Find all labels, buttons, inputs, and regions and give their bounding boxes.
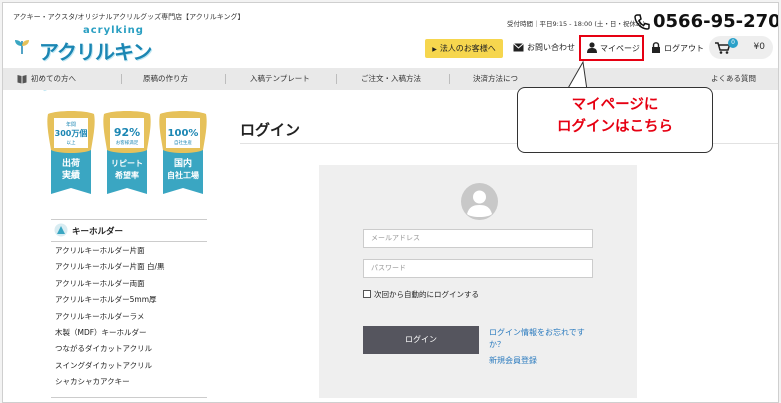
contact-link[interactable]: お問い合わせ [513, 42, 575, 53]
badge-bottom-line2: 実績 [62, 169, 80, 181]
badge-bottom-line1: 国内 [174, 157, 192, 169]
nav-item-payment[interactable]: 決済方法につ [473, 68, 518, 90]
callout-text: マイページに ログインはこちら [518, 94, 712, 138]
cart-button[interactable]: 0 ¥0 [709, 36, 773, 59]
lock-icon [652, 42, 660, 53]
triangle-right-icon: ▶ [432, 46, 437, 53]
badge-top-note: 以上 [67, 139, 76, 146]
badge-bottom-line2: 自社工場 [167, 170, 199, 180]
logout-link-label: ログアウト [664, 44, 704, 53]
badge-top-value: 100% [168, 128, 199, 139]
sidebar-divider [51, 397, 207, 402]
remember-me-checkbox[interactable] [363, 290, 371, 298]
remember-me-option[interactable]: 次回から自動的にログインする [363, 289, 479, 300]
sidebar-item[interactable]: 木製（MDF）キーホルダー [55, 327, 147, 338]
badge-top-note: 自社生産 [174, 139, 192, 146]
phone-number[interactable]: 0566-95-2704 [653, 11, 778, 32]
register-link[interactable]: 新規会員登録 [489, 355, 537, 366]
sidebar-item[interactable]: アクリルキーホルダー片面 白/黒 [55, 261, 165, 272]
badge-repeat-rate: 92% お客様満足 リピート 希望率 [103, 111, 151, 194]
phone-number-text: 0566-95-2704 [653, 11, 778, 32]
remember-me-label: 次回から自動的にログインする [374, 290, 479, 299]
achievement-badges: 年間 300万個 以上 出荷 実績 92% お客様満足 リピート 希望率 100… [47, 110, 207, 204]
user-avatar-icon [461, 183, 498, 220]
cart-total: ¥0 [753, 42, 765, 52]
business-hours: 受付時間｜平日9:15 - 18:00 (土・日・祝休み) [507, 20, 645, 28]
keyholder-icon [54, 223, 68, 237]
mail-icon [513, 43, 524, 52]
callout-pointer [566, 60, 588, 90]
password-field[interactable]: パスワード [363, 259, 593, 278]
sidebar-item[interactable]: アクリルキーホルダー片面 [55, 245, 145, 256]
sidebar-item[interactable]: アクリルキーホルダー両面 [55, 278, 145, 289]
leaf-icon [15, 40, 29, 54]
mypage-callout: マイページに ログインはこちら [517, 87, 713, 153]
nav-divider [225, 74, 226, 84]
nav-item-templates[interactable]: 入稿テンプレート [250, 68, 310, 90]
phone-icon [634, 14, 650, 30]
nav-item-order-method[interactable]: ご注文・入稿方法 [361, 68, 421, 90]
badge-bottom-line1: リピート [111, 158, 143, 168]
nav-divider [449, 74, 450, 84]
nav-divider [336, 74, 337, 84]
sidebar-item[interactable]: アクリルキーホルダー5mm厚 [55, 294, 157, 305]
login-form: メールアドレス パスワード 次回から自動的にログインする ログイン ログイン情報… [319, 165, 637, 398]
forgot-password-link[interactable]: ログイン情報をお忘れですか？ [489, 327, 597, 351]
badge-shipping-record: 年間 300万個 以上 出荷 実績 [47, 111, 95, 194]
logout-link[interactable]: ログアウト [651, 42, 704, 54]
nav-item-artwork-guide[interactable]: 原稿の作り方 [143, 68, 188, 90]
site-tagline: アクキー・アクスタ/オリジナルアクリルグッズ専門店【アクリルキング】 [13, 13, 245, 21]
sidebar-category-label: キーホルダー [72, 227, 124, 237]
callout-line2: ログインはこちら [557, 119, 673, 135]
cart-count-badge: 0 [728, 38, 738, 48]
sidebar-item[interactable]: スイングダイカットアクリル [55, 360, 152, 371]
nav-item-first-time[interactable]: 初めての方へ [31, 68, 76, 90]
nav-item-faq[interactable]: よくある質問 [711, 68, 756, 90]
sidebar-item[interactable]: つながるダイカットアクリル [55, 343, 152, 354]
sidebar-item[interactable]: アクリルキーホルダーラメ [55, 311, 144, 322]
page: アクキー・アクスタ/オリジナルアクリルグッズ専門店【アクリルキング】 acryl… [2, 2, 779, 403]
nav-divider [121, 74, 122, 84]
badge-bottom-line2: 希望率 [115, 170, 139, 180]
logo-wordmark-small: acrylking [83, 25, 144, 36]
page-title: ログイン [240, 121, 301, 139]
badge-top-note: お客様満足 [116, 139, 139, 146]
sidebar-item[interactable]: シャカシャカアクキー [55, 376, 130, 387]
corporate-button[interactable]: ▶ 法人のお客様へ [425, 39, 503, 58]
badge-top-value: 92% [114, 126, 140, 139]
login-button[interactable]: ログイン [363, 326, 479, 354]
mypage-highlight-frame [579, 35, 644, 61]
site-logo[interactable]: acrylking アクリルキング [13, 23, 163, 93]
sidebar-category-keyholder[interactable]: キーホルダー [51, 219, 207, 242]
badge-bottom-line1: 出荷 [62, 157, 80, 169]
contact-link-label: お問い合わせ [527, 43, 575, 52]
corporate-button-label: 法人のお客様へ [439, 44, 496, 53]
callout-line1: マイページに [571, 97, 659, 113]
email-field[interactable]: メールアドレス [363, 229, 593, 248]
book-icon [17, 75, 27, 84]
badge-top-value: 300万個 [55, 128, 88, 138]
badge-domestic-factory: 100% 自社生産 国内 自社工場 [159, 111, 207, 194]
badge-top-small: 年間 [66, 121, 76, 128]
